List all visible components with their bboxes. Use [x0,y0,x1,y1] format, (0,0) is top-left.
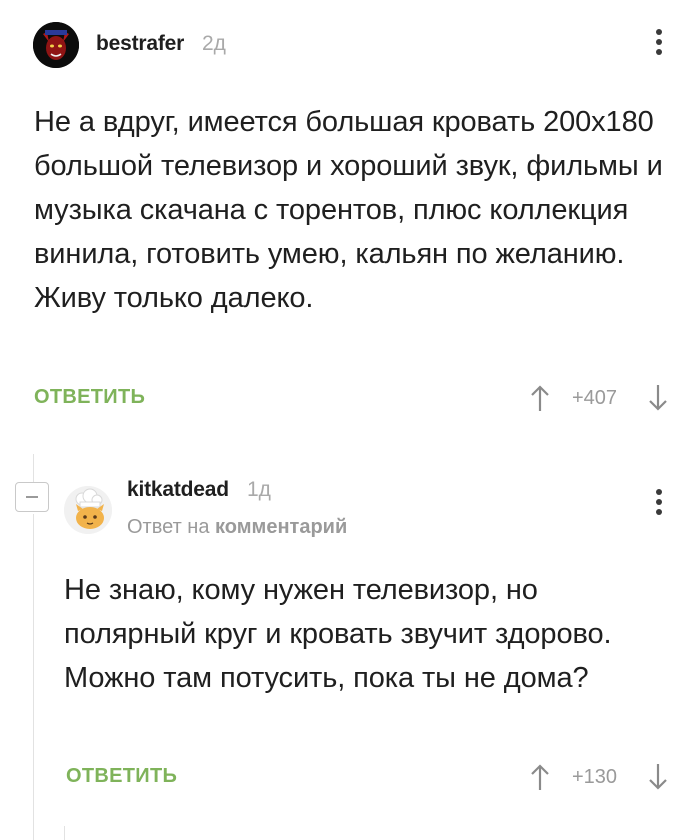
comment-time: 2д [202,32,226,55]
comment-rating: +407 [572,387,618,409]
reply-to: Ответ на комментарий [127,516,347,539]
chef-cat-avatar-icon [64,486,112,534]
arrow-down-icon[interactable] [646,762,670,792]
arrow-up-icon[interactable] [528,383,552,413]
comment-text: Не знаю, кому нужен телевизор, но полярн… [64,574,612,694]
comment: bestrafer 2д Не а вдруг, имеется большая… [0,0,700,440]
avatar[interactable] [33,22,79,68]
reply-button[interactable]: ОТВЕТИТЬ [34,386,145,409]
comment-time: 1д [247,478,271,501]
demon-avatar-icon [33,22,79,68]
arrow-down-icon[interactable] [646,383,670,413]
reply-to-link[interactable]: комментарий [215,516,347,538]
reply-button[interactable]: ОТВЕТИТЬ [66,765,177,788]
arrow-up-icon[interactable] [528,762,552,792]
comment-author[interactable]: bestrafer [96,32,184,56]
more-vertical-icon[interactable] [654,29,664,59]
avatar[interactable] [64,486,112,534]
comment: kitkatdead 1д Ответ на комментарий Не зн… [0,440,700,840]
more-vertical-icon[interactable] [654,489,664,519]
reply-to-prefix: Ответ на [127,516,210,538]
comment-author[interactable]: kitkatdead [127,478,229,502]
comment-text: Не а вдруг, имеется большая кровать 200х… [34,106,663,314]
comment-rating: +130 [572,766,618,788]
